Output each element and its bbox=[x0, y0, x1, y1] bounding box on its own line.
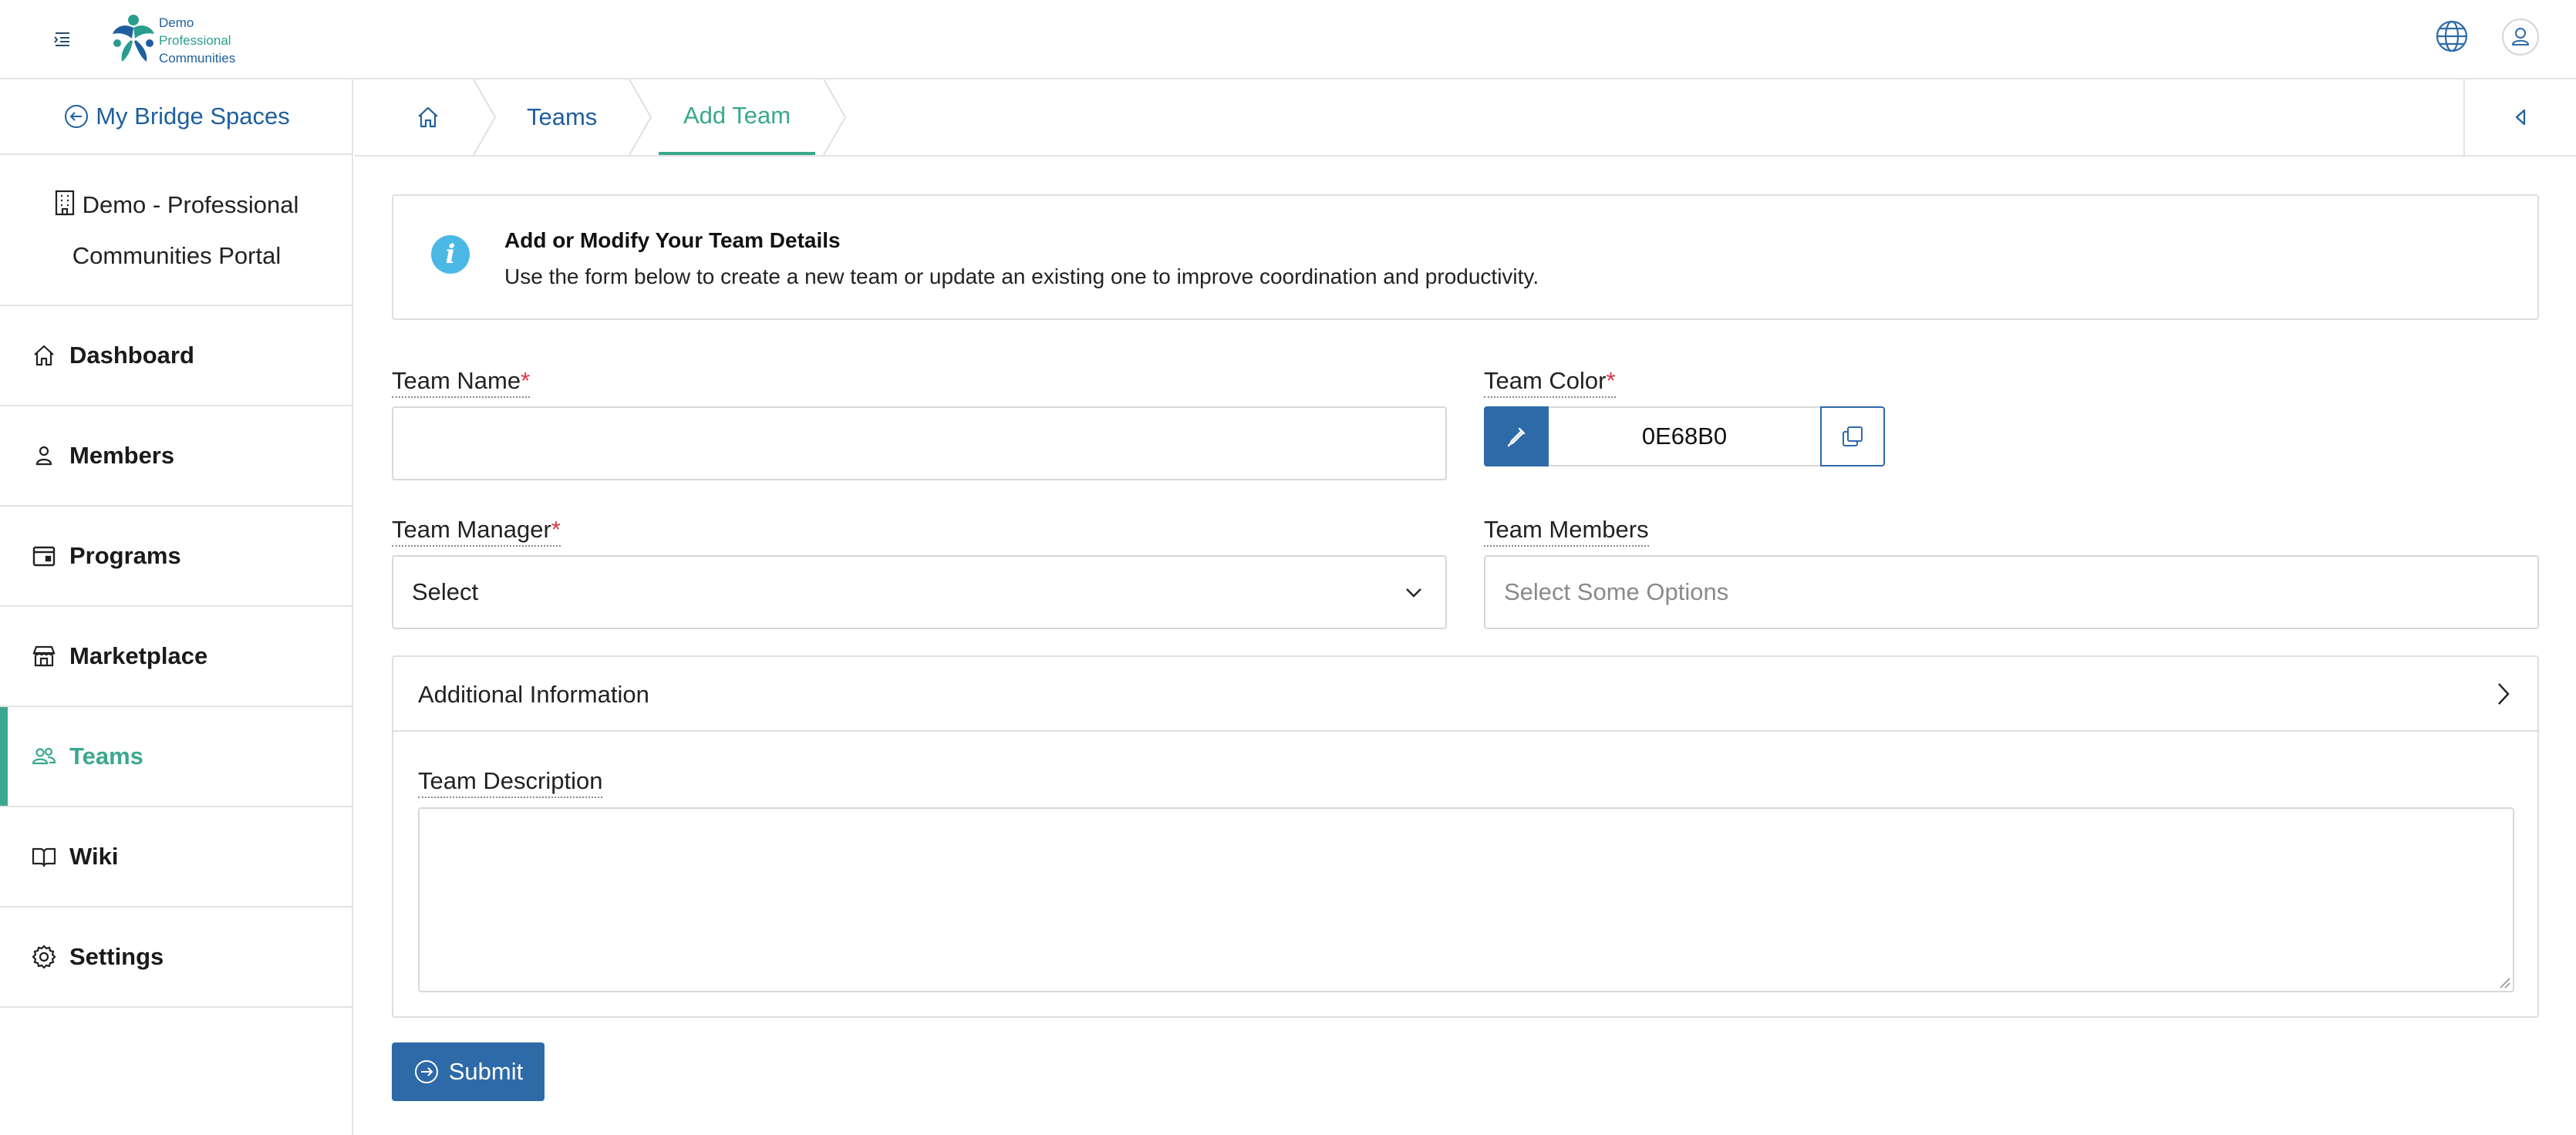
team-manager-label-text: Team Manager bbox=[392, 516, 551, 543]
required-mark: * bbox=[1606, 367, 1616, 394]
required-mark: * bbox=[551, 516, 561, 543]
alert-text: Use the form below to create a new team … bbox=[504, 264, 1539, 288]
logo-line-3: Communities bbox=[159, 51, 236, 66]
sidebar-nav: Dashboard Members Programs Marketplace T… bbox=[0, 306, 353, 1008]
breadcrumb-separator-icon bbox=[629, 79, 652, 155]
team-color-label-text: Team Color bbox=[1484, 367, 1607, 394]
organization-line-2: Communities Portal bbox=[72, 242, 282, 269]
additional-information-title: Additional Information bbox=[418, 681, 649, 708]
team-description-label: Team Description bbox=[418, 767, 603, 798]
additional-information-panel: Additional Information Team Description bbox=[392, 655, 2539, 1018]
alert-title: Add or Modify Your Team Details bbox=[504, 228, 841, 252]
team-description-textarea[interactable] bbox=[418, 807, 2514, 992]
sidebar-item-label: Wiki bbox=[69, 843, 119, 870]
team-members-placeholder: Select Some Options bbox=[1504, 578, 1729, 605]
team-color-label: Team Color* bbox=[1484, 367, 1616, 398]
submit-button[interactable]: Submit bbox=[392, 1042, 545, 1101]
breadcrumb: Teams Add Team bbox=[355, 79, 2576, 157]
sidebar-item-marketplace[interactable]: Marketplace bbox=[0, 607, 353, 707]
my-bridge-spaces-label: My Bridge Spaces bbox=[96, 103, 290, 130]
chevron-right-icon bbox=[2498, 683, 2510, 705]
sidebar-item-teams[interactable]: Teams bbox=[0, 707, 353, 807]
gear-icon bbox=[32, 945, 56, 969]
info-alert: i Add or Modify Your Team Details Use th… bbox=[392, 194, 2539, 320]
home-icon bbox=[418, 106, 438, 128]
chevron-down-icon bbox=[1406, 588, 1421, 598]
my-bridge-spaces-link[interactable]: My Bridge Spaces bbox=[0, 79, 353, 155]
eyedropper-icon bbox=[1507, 427, 1526, 447]
sidebar-item-label: Members bbox=[69, 442, 175, 469]
sidebar-item-wiki[interactable]: Wiki bbox=[0, 807, 353, 908]
required-mark: * bbox=[521, 367, 531, 394]
sidebar-item-members[interactable]: Members bbox=[0, 406, 353, 507]
person-icon bbox=[35, 446, 52, 466]
organization-line-1: Demo - Professional bbox=[82, 191, 299, 218]
top-bar: Demo Professional Communities bbox=[0, 0, 2576, 79]
caret-left-icon bbox=[2515, 109, 2526, 126]
logo-line-2: Professional bbox=[159, 33, 231, 48]
color-picker-button[interactable] bbox=[1484, 406, 1549, 466]
user-avatar-icon[interactable] bbox=[2502, 19, 2539, 56]
arrow-left-circle-icon bbox=[65, 105, 89, 128]
sidebar-item-programs[interactable]: Programs bbox=[0, 507, 353, 607]
breadcrumb-teams[interactable]: Teams bbox=[527, 79, 597, 155]
sidebar-item-label: Marketplace bbox=[69, 642, 208, 669]
team-manager-select[interactable]: Select bbox=[392, 555, 1447, 629]
sidebar-item-label: Teams bbox=[69, 743, 143, 770]
team-name-label-text: Team Name bbox=[392, 367, 521, 394]
store-icon bbox=[32, 645, 56, 667]
sidebar-item-settings[interactable]: Settings bbox=[0, 908, 353, 1008]
organization-name: Demo - Professional Communities Portal bbox=[0, 155, 353, 306]
breadcrumb-separator-icon bbox=[473, 79, 497, 155]
team-members-label: Team Members bbox=[1484, 516, 1649, 547]
sidebar-item-label: Programs bbox=[69, 542, 181, 569]
logo-mark-icon bbox=[113, 15, 154, 62]
copy-color-button[interactable] bbox=[1820, 406, 1885, 466]
globe-icon[interactable] bbox=[2434, 19, 2470, 54]
submit-label: Submit bbox=[448, 1058, 524, 1085]
logo[interactable]: Demo Professional Communities bbox=[108, 9, 239, 71]
team-members-multiselect[interactable]: Select Some Options bbox=[1484, 555, 2539, 629]
breadcrumb-home[interactable] bbox=[415, 79, 441, 155]
arrow-right-circle-icon bbox=[414, 1060, 438, 1083]
team-color-value[interactable]: 0E68B0 bbox=[1549, 406, 1820, 466]
team-manager-label: Team Manager* bbox=[392, 516, 561, 547]
team-name-input[interactable] bbox=[392, 406, 1447, 480]
resize-handle-icon[interactable] bbox=[2497, 975, 2511, 989]
additional-information-toggle[interactable]: Additional Information bbox=[393, 657, 2537, 732]
book-icon bbox=[32, 847, 56, 867]
home-icon bbox=[34, 345, 54, 366]
menu-toggle-icon[interactable] bbox=[48, 25, 76, 52]
calendar-icon bbox=[32, 546, 56, 567]
people-icon bbox=[32, 747, 56, 765]
team-name-label: Team Name* bbox=[392, 367, 531, 398]
building-icon bbox=[55, 190, 74, 216]
breadcrumb-separator-icon bbox=[823, 79, 847, 155]
logo-line-1: Demo bbox=[159, 15, 194, 30]
team-manager-selected: Select bbox=[412, 578, 479, 605]
logo-text: Demo Professional Communities bbox=[159, 14, 235, 67]
sidebar-item-label: Dashboard bbox=[69, 342, 194, 369]
collapse-panel-button[interactable] bbox=[2463, 79, 2576, 155]
breadcrumb-add-team[interactable]: Add Team bbox=[659, 79, 816, 155]
sidebar-item-dashboard[interactable]: Dashboard bbox=[0, 306, 353, 406]
copy-icon bbox=[1843, 426, 1863, 446]
sidebar-item-label: Settings bbox=[69, 943, 164, 970]
info-icon: i bbox=[431, 235, 470, 274]
team-members-label-text: Team Members bbox=[1484, 516, 1649, 543]
team-description-label-text: Team Description bbox=[418, 767, 603, 794]
sidebar: My Bridge Spaces Demo - Professional Com… bbox=[0, 79, 353, 1135]
